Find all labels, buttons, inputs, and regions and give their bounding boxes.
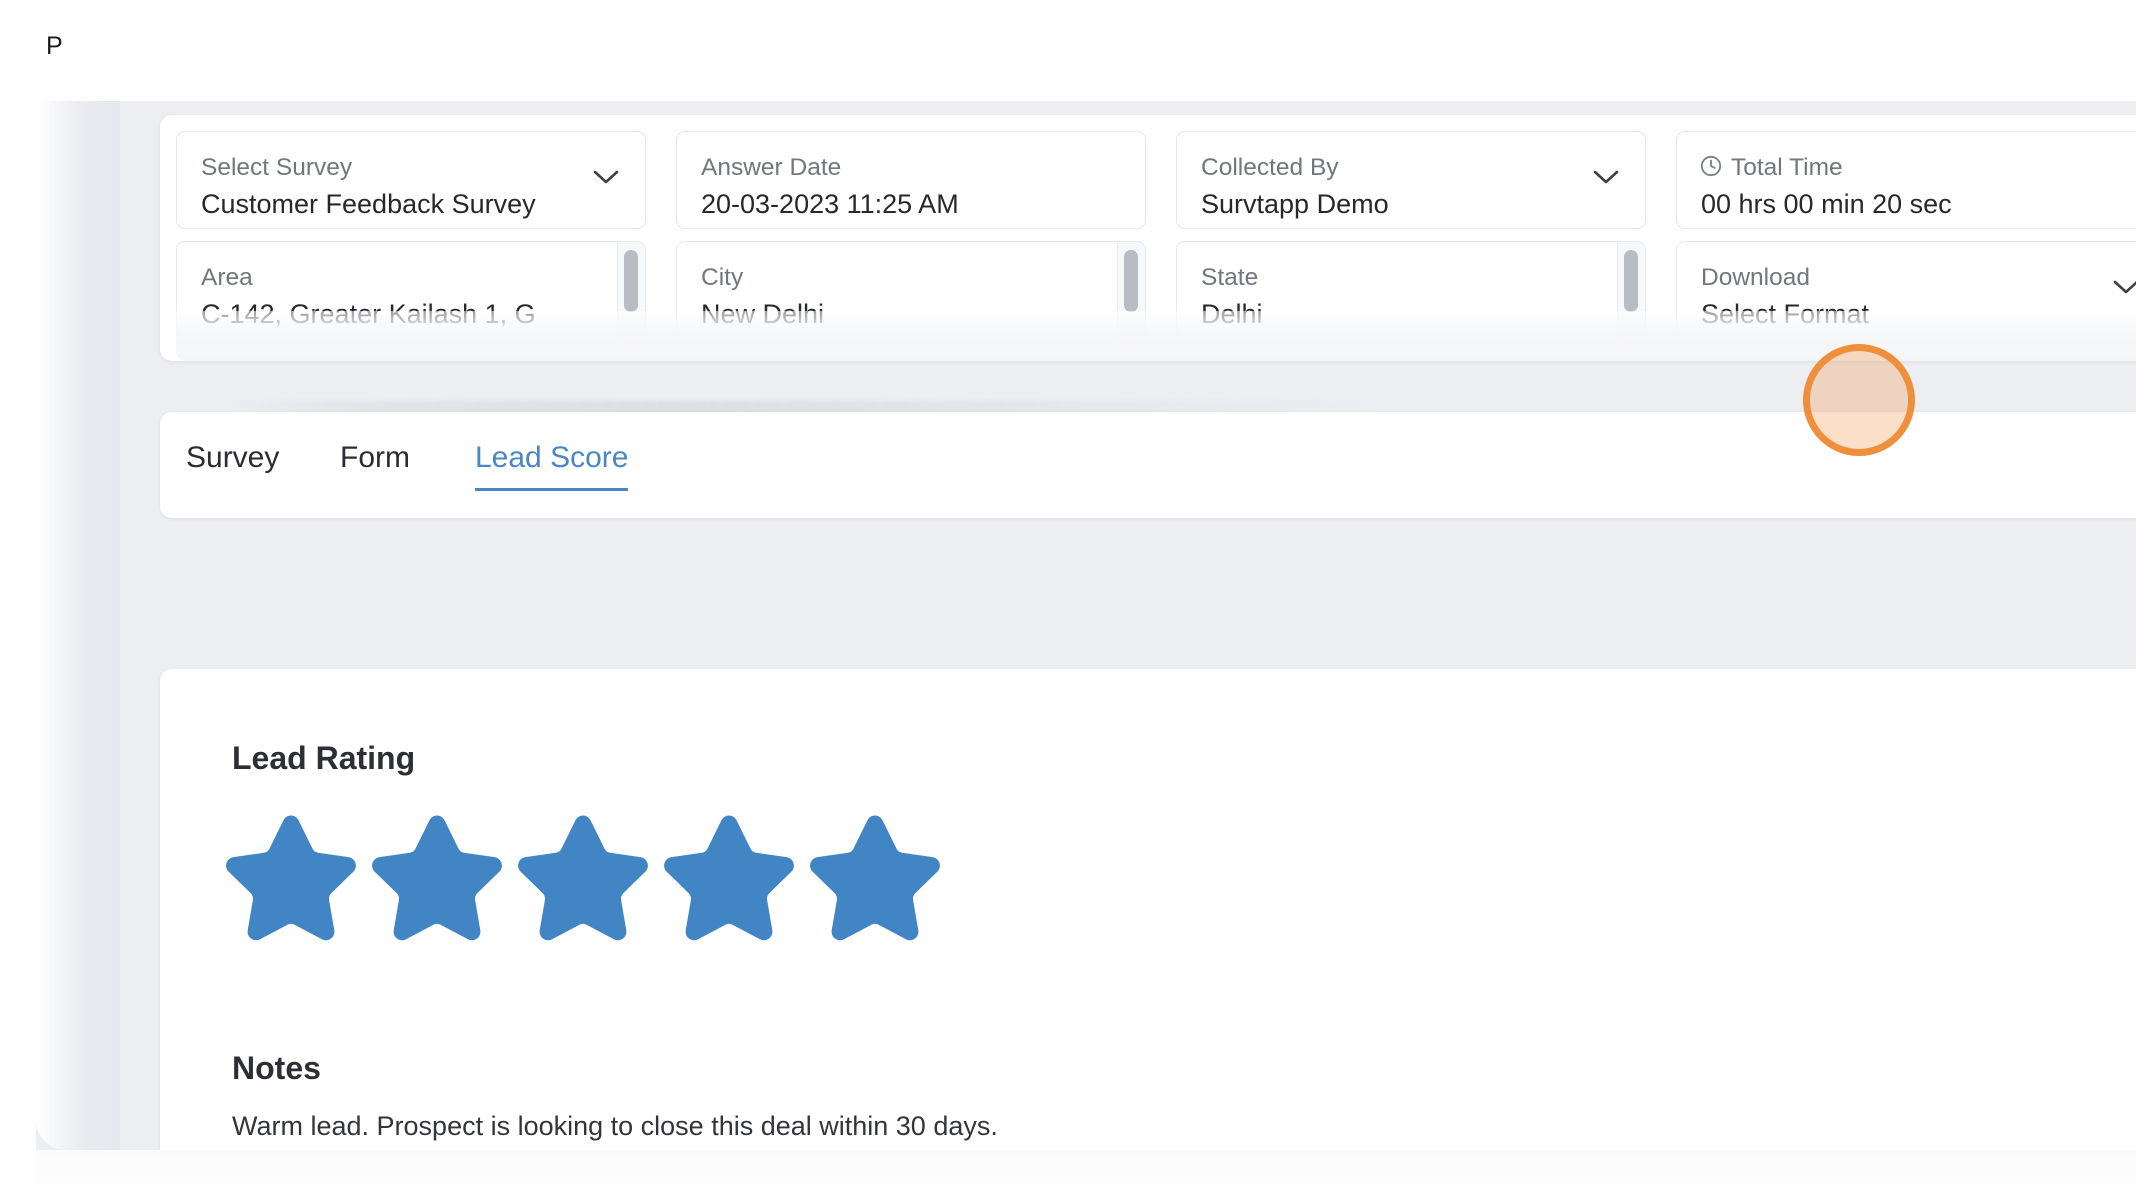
select-survey-value: Customer Feedback Survey [201, 189, 536, 219]
app-window: P Select Survey Customer Feedback Survey… [36, 0, 2136, 1185]
city-label: City [701, 264, 744, 291]
area-label: Area [201, 264, 253, 291]
app-top-bar: P [36, 0, 2136, 101]
answer-date-value: 20-03-2023 11:25 AM [701, 189, 959, 219]
star-icon-5[interactable] [806, 810, 944, 942]
chevron-down-icon[interactable] [1593, 170, 1619, 185]
page-body: Select Survey Customer Feedback Survey A… [36, 101, 2136, 1185]
total-time-field: Total Time 00 hrs 00 min 20 sec [1676, 131, 2136, 229]
tab-form[interactable]: Form [340, 441, 410, 488]
tab-lead-score[interactable]: Lead Score [475, 441, 629, 491]
chevron-down-icon[interactable] [2113, 280, 2136, 295]
lead-rating-stars[interactable] [222, 810, 944, 942]
download-label: Download [1701, 264, 1810, 291]
tab-survey[interactable]: Survey [186, 441, 279, 488]
survey-meta-card: Select Survey Customer Feedback Survey A… [160, 115, 2136, 361]
lead-score-panel: Lead Rating Notes Warm lead. Prospect is… [160, 669, 2136, 1185]
star-icon-4[interactable] [660, 810, 798, 942]
select-survey-field[interactable]: Select Survey Customer Feedback Survey [176, 131, 646, 229]
collected-by-label: Collected By [1201, 154, 1339, 181]
page-bottom-shelf [36, 1150, 2136, 1185]
notes-title: Notes [232, 1050, 321, 1086]
star-icon-1[interactable] [222, 810, 360, 942]
app-logo: P [46, 32, 63, 60]
detail-tabs-card: Survey Form Lead Score [160, 412, 2136, 518]
state-scrollbar-thumb[interactable] [1624, 250, 1638, 312]
left-rail [36, 101, 120, 1150]
collected-by-value: Survtapp Demo [1201, 189, 1389, 219]
chevron-down-icon[interactable] [593, 170, 619, 185]
total-time-label: Total Time [1731, 154, 1843, 181]
area-scrollbar-thumb[interactable] [624, 250, 638, 312]
meta-card-fade-overlay [176, 311, 2136, 361]
total-time-value: 00 hrs 00 min 20 sec [1701, 189, 1952, 219]
select-survey-label: Select Survey [201, 154, 353, 181]
star-icon-2[interactable] [368, 810, 506, 942]
answer-date-label: Answer Date [701, 154, 842, 181]
star-icon-3[interactable] [514, 810, 652, 942]
lead-rating-title: Lead Rating [232, 740, 416, 776]
state-label: State [1201, 264, 1259, 291]
collected-by-field[interactable]: Collected By Survtapp Demo [1176, 131, 1646, 229]
clock-icon [1699, 154, 1723, 178]
notes-body: Warm lead. Prospect is looking to close … [232, 1111, 998, 1141]
city-scrollbar-thumb[interactable] [1124, 250, 1138, 312]
answer-date-field[interactable]: Answer Date 20-03-2023 11:25 AM [676, 131, 1146, 229]
